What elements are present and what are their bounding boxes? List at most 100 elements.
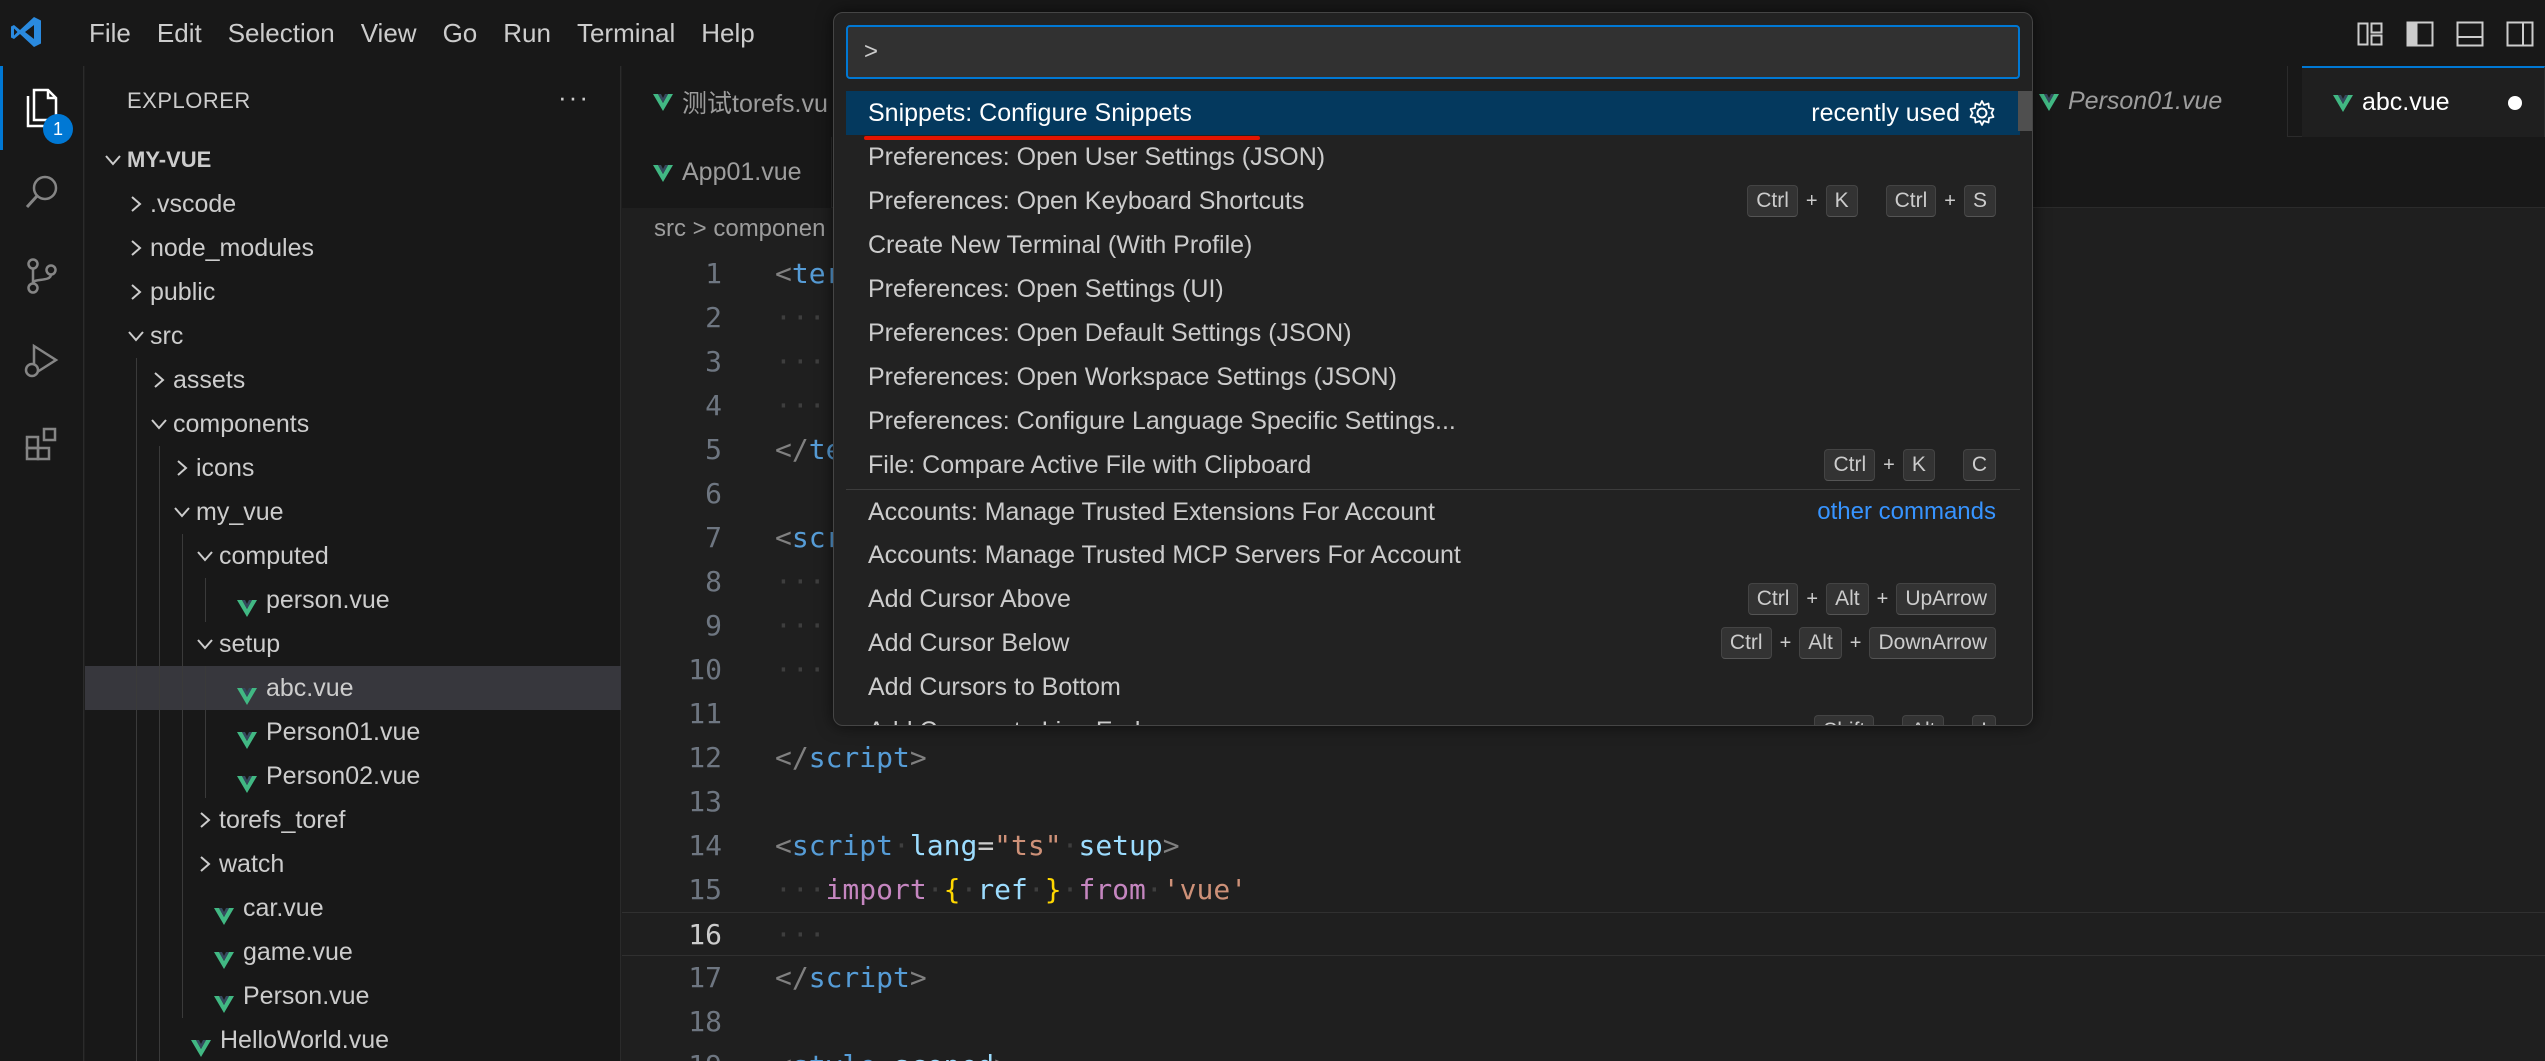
tree-folder-item[interactable]: icons — [85, 446, 621, 490]
indent-guide — [159, 666, 160, 710]
run-debug-activity[interactable] — [0, 318, 84, 402]
code-line[interactable]: 15 ···import·{·ref·}·from·'vue' — [622, 868, 2545, 912]
chevron-down-icon — [193, 534, 217, 578]
code-line[interactable]: 14 <script·lang="ts"·setup> — [622, 824, 2545, 868]
source-control-activity[interactable] — [0, 234, 84, 318]
tab-torefs[interactable]: 测试torefs.vu — [622, 66, 858, 137]
tree-file-item[interactable]: game.vue — [85, 930, 621, 974]
code-line[interactable]: 13 — [622, 780, 2545, 824]
tree-folder-item[interactable]: computed — [85, 534, 621, 578]
command-item[interactable]: Preferences: Open User Settings (JSON) — [846, 135, 2020, 179]
chevron-down-icon — [193, 622, 217, 666]
command-item[interactable]: Accounts: Manage Trusted MCP Servers For… — [846, 533, 2020, 577]
indent-guide — [136, 842, 137, 886]
tree-file-item[interactable]: Person.vue — [85, 974, 621, 1018]
indent-guide — [159, 798, 160, 842]
command-item[interactable]: Add Cursor Below Ctrl + Alt + DownArrow — [846, 621, 2020, 665]
tree-folder-item[interactable]: setup — [85, 622, 621, 666]
code-line[interactable]: 16 ··· — [622, 912, 2545, 956]
code-text: <script·lang="ts"·setup> — [775, 829, 1180, 862]
tree-folder-item[interactable]: MY-VUE — [85, 138, 621, 182]
search-activity[interactable] — [0, 150, 84, 234]
command-item[interactable]: Preferences: Open Default Settings (JSON… — [846, 311, 2020, 355]
tree-folder-item[interactable]: .vscode — [85, 182, 621, 226]
indent-guide — [205, 710, 206, 754]
configure-keybinding-gear-icon[interactable] — [1968, 99, 1996, 127]
menu-edit[interactable]: Edit — [144, 0, 215, 66]
menu-go[interactable]: Go — [430, 0, 491, 66]
command-item[interactable]: Preferences: Configure Language Specific… — [846, 399, 2020, 443]
tab-abc[interactable]: abc.vue — [2302, 66, 2545, 137]
tab-app01[interactable]: App01.vue — [622, 137, 832, 208]
tree-file-item[interactable]: HelloWorld.vue — [85, 1018, 621, 1061]
tree-folder-item[interactable]: assets — [85, 358, 621, 402]
command-item[interactable]: File: Compare Active File with Clipboard… — [846, 443, 2020, 487]
tree-folder-item[interactable]: watch — [85, 842, 621, 886]
extensions-activity[interactable] — [0, 402, 84, 486]
tree-folder-item[interactable]: node_modules — [85, 226, 621, 270]
key-plus: + — [1806, 588, 1819, 610]
toggle-primary-sidebar-icon[interactable] — [2395, 14, 2445, 54]
toggle-secondary-sidebar-icon[interactable] — [2495, 14, 2545, 54]
code-line[interactable]: 12 </script> — [622, 736, 2545, 780]
chevron-right-icon — [124, 182, 148, 226]
tree-file-item[interactable]: Person02.vue — [85, 754, 621, 798]
tab-person01[interactable]: Person01.vue — [2008, 66, 2288, 137]
tree-file-item[interactable]: person.vue — [85, 578, 621, 622]
line-number: 1 — [705, 257, 722, 290]
tree-item-label: icons — [196, 454, 255, 482]
vscode-logo-icon[interactable] — [8, 14, 44, 50]
tree-file-item[interactable]: abc.vue — [85, 666, 621, 710]
command-list-scrollbar[interactable] — [2018, 91, 2032, 131]
menu-terminal[interactable]: Terminal — [564, 0, 688, 66]
tree-item-label: Person01.vue — [266, 718, 421, 746]
command-palette-input[interactable]: > — [846, 25, 2020, 79]
code-line[interactable]: 17 </script> — [622, 956, 2545, 1000]
code-line[interactable]: 18 — [622, 1000, 2545, 1044]
menu-run[interactable]: Run — [490, 0, 564, 66]
code-text: ··· — [775, 918, 826, 951]
tree-file-item[interactable]: Person01.vue — [85, 710, 621, 754]
menu-help[interactable]: Help — [688, 0, 767, 66]
tree-file-item[interactable]: car.vue — [85, 886, 621, 930]
command-item[interactable]: Accounts: Manage Trusted Extensions For … — [846, 489, 2020, 533]
code-text: <style·scoped> — [775, 1044, 1011, 1061]
toggle-panel-icon[interactable] — [2445, 14, 2495, 54]
command-item[interactable]: Add Cursors to Line Ends Shift + Alt + I — [846, 709, 2020, 725]
command-item[interactable]: Preferences: Open Settings (UI) — [846, 267, 2020, 311]
indent-guide — [159, 842, 160, 886]
command-item[interactable]: Create New Terminal (With Profile) — [846, 223, 2020, 267]
tree-folder-item[interactable]: components — [85, 402, 621, 446]
command-item[interactable]: Preferences: Open Keyboard Shortcuts Ctrl… — [846, 179, 2020, 223]
menu-selection[interactable]: Selection — [215, 0, 348, 66]
command-item[interactable]: Snippets: Configure Snippets recently use… — [846, 91, 2020, 135]
command-label: Add Cursor Above — [868, 585, 1071, 613]
line-number: 13 — [688, 785, 722, 818]
unsaved-dot-icon[interactable] — [2508, 96, 2522, 110]
tree-folder-item[interactable]: torefs_toref — [85, 798, 621, 842]
customize-layout-icon[interactable] — [2345, 14, 2395, 54]
command-item[interactable]: Preferences: Open Workspace Settings (JS… — [846, 355, 2020, 399]
menu-file[interactable]: File — [76, 0, 144, 66]
keybinding-key: C — [1962, 449, 1996, 481]
vue-file-icon — [213, 897, 235, 925]
command-item[interactable]: Add Cursor Above Ctrl + Alt + UpArrow — [846, 577, 2020, 621]
tree-folder-item[interactable]: my_vue — [85, 490, 621, 534]
indent-guide — [159, 930, 160, 974]
line-number: 4 — [705, 389, 722, 422]
indent-guide — [136, 886, 137, 930]
other-commands-label: other commands — [1817, 498, 1996, 525]
command-item[interactable]: Add Cursors to Bottom — [846, 665, 2020, 709]
menu-view[interactable]: View — [348, 0, 430, 66]
more-actions-button[interactable]: ··· — [558, 82, 590, 113]
tree-item-label: components — [173, 410, 310, 438]
code-line[interactable]: 19 <style·scoped> — [622, 1044, 2545, 1061]
indent-guide — [136, 974, 137, 1018]
tree-folder-item[interactable]: public — [85, 270, 621, 314]
keybinding-key: Alt — [1799, 627, 1842, 659]
tree-folder-item[interactable]: src — [85, 314, 621, 358]
explorer-activity[interactable]: 1 — [0, 66, 84, 150]
indent-guide — [136, 358, 137, 402]
breadcrumb[interactable]: src > componen — [654, 215, 825, 243]
line-number: 19 — [622, 1044, 722, 1061]
